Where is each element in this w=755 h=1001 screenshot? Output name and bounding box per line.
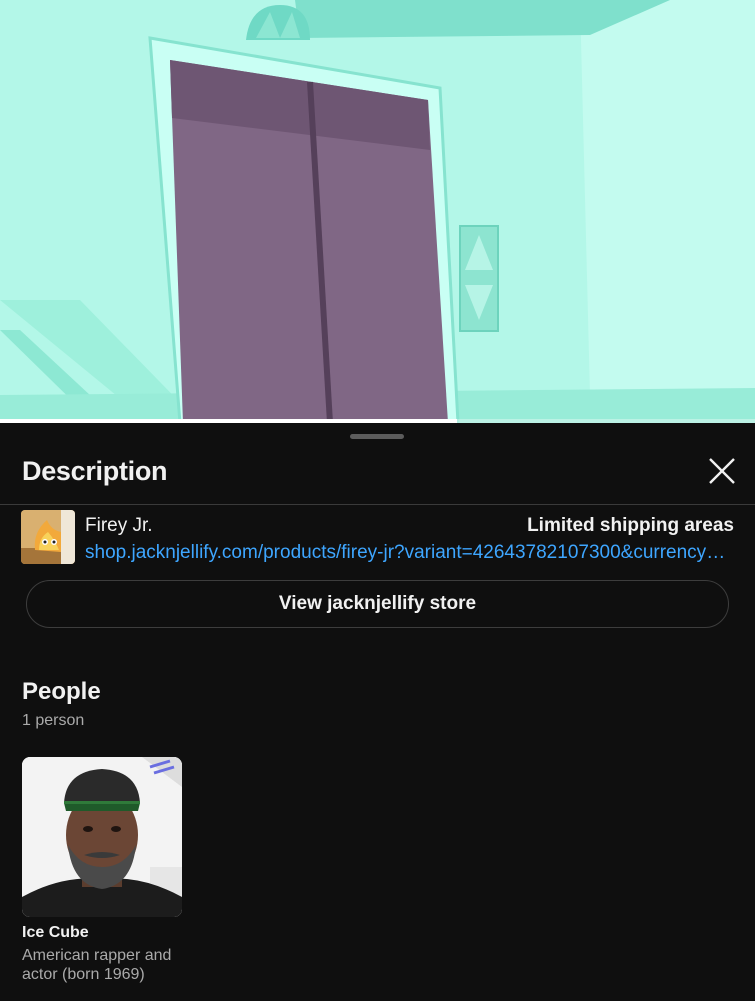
product-name: Firey Jr.	[85, 515, 153, 536]
people-heading: People	[22, 678, 101, 705]
person-photo	[22, 757, 182, 917]
sheet-title: Description	[22, 456, 168, 486]
people-count: 1 person	[22, 712, 85, 729]
product-link[interactable]: shop.jacknjellify.com/products/firey-jr?…	[85, 542, 735, 564]
close-icon	[709, 458, 735, 484]
person-description: American rapper and actor (born 1969)	[22, 947, 172, 983]
description-sheet: Description Firey Jr. Limited shipping a…	[0, 423, 755, 1001]
product-thumbnail	[21, 510, 75, 564]
product-item[interactable]: Firey Jr. Limited shipping areas shop.ja…	[0, 505, 755, 571]
video-player[interactable]	[0, 0, 755, 423]
shipping-note: Limited shipping areas	[527, 515, 734, 536]
close-button[interactable]	[704, 453, 740, 489]
person-name: Ice Cube	[22, 924, 89, 941]
drag-handle[interactable]	[350, 434, 404, 439]
video-frame	[0, 0, 755, 423]
view-store-button[interactable]: View jacknjellify store	[26, 580, 729, 628]
person-card[interactable]: Ice Cube American rapper and actor (born…	[22, 757, 182, 984]
